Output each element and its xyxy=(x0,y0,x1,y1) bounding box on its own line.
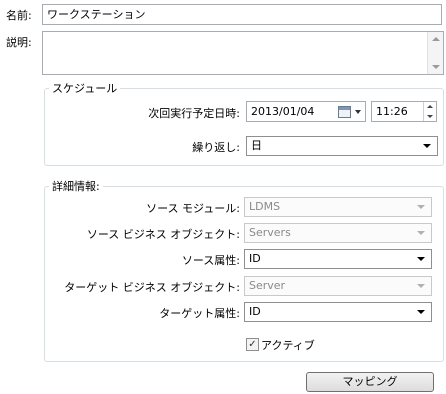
target-attr-value: ID xyxy=(249,305,261,318)
source-module-label: ソース モジュール: xyxy=(146,202,240,215)
spin-down-icon[interactable] xyxy=(427,115,433,118)
next-run-date-value: 2013/01/04 xyxy=(251,105,315,118)
target-bo-select[interactable]: Server xyxy=(244,276,432,296)
description-scrollbar[interactable] xyxy=(427,32,443,74)
chevron-down-icon xyxy=(417,284,425,288)
name-label: 名前: xyxy=(6,9,32,22)
repeat-select[interactable]: 日 xyxy=(246,136,438,156)
source-bo-select[interactable]: Servers xyxy=(244,223,432,243)
source-attr-label: ソース属性: xyxy=(181,254,240,267)
target-bo-label: ターゲット ビジネス オブジェクト: xyxy=(64,281,240,294)
time-spinner[interactable] xyxy=(423,102,436,121)
mapping-button[interactable]: マッピング xyxy=(306,372,434,392)
source-bo-value: Servers xyxy=(249,226,291,239)
scroll-down-icon[interactable] xyxy=(432,65,440,69)
next-run-label: 次回実行予定日時: xyxy=(148,107,240,120)
calendar-icon[interactable] xyxy=(338,106,351,118)
chevron-down-icon xyxy=(423,144,431,148)
name-field[interactable]: ワークステーション xyxy=(42,4,442,25)
source-module-select[interactable]: LDMS xyxy=(244,197,432,217)
description-field[interactable] xyxy=(42,31,444,75)
chevron-down-icon xyxy=(417,257,425,261)
active-label: アクティブ xyxy=(261,339,315,352)
schedule-title: スケジュール xyxy=(52,82,118,95)
scroll-up-icon[interactable] xyxy=(432,37,440,41)
details-title: 詳細情報: xyxy=(52,180,100,193)
active-checkbox[interactable]: ✓ xyxy=(246,338,259,351)
next-run-date-field[interactable]: 2013/01/04 xyxy=(246,101,366,122)
target-attr-label: ターゲット属性: xyxy=(159,307,240,320)
chevron-down-icon xyxy=(417,310,425,314)
target-bo-value: Server xyxy=(249,279,286,292)
description-label: 説明: xyxy=(6,36,32,49)
next-run-time-field[interactable]: 11:26 xyxy=(371,101,437,122)
repeat-value: 日 xyxy=(251,139,262,152)
source-attr-value: ID xyxy=(249,252,261,265)
target-attr-select[interactable]: ID xyxy=(244,302,432,322)
next-run-time-value: 11:26 xyxy=(376,105,408,118)
repeat-label: 繰り返し: xyxy=(192,141,240,154)
source-module-value: LDMS xyxy=(249,200,281,213)
chevron-down-icon xyxy=(417,205,425,209)
spin-up-icon[interactable] xyxy=(427,105,433,108)
source-attr-select[interactable]: ID xyxy=(244,249,432,269)
chevron-down-icon xyxy=(417,231,425,235)
source-bo-label: ソース ビジネス オブジェクト: xyxy=(86,228,240,241)
chevron-down-icon[interactable] xyxy=(355,110,361,114)
